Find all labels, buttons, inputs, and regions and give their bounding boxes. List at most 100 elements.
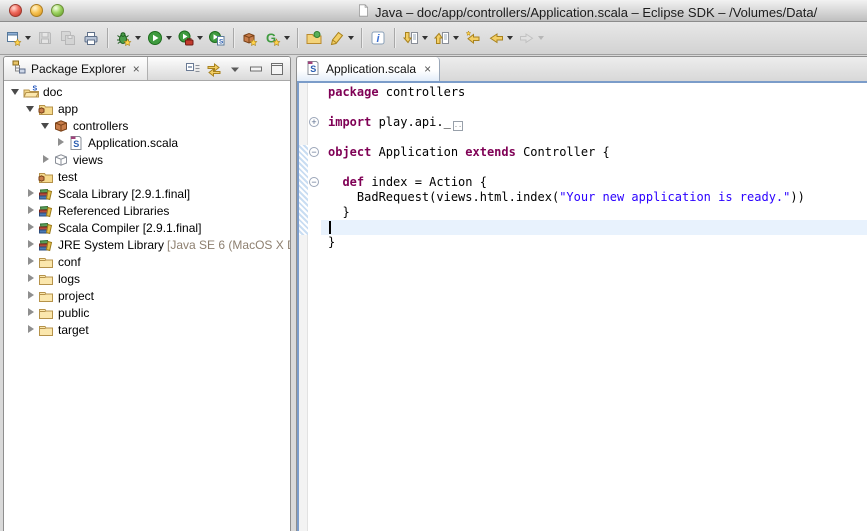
highlighter-pen-icon	[329, 30, 346, 47]
expand-arrow[interactable]	[25, 290, 36, 301]
dropdown-arrow-icon[interactable]	[507, 36, 513, 40]
svg-text:S: S	[73, 139, 79, 149]
toolbar-separator	[107, 28, 109, 48]
tree-item-jre-system-library[interactable]: JRE System Library[Java SE 6 (MacOS X De…	[4, 236, 290, 253]
tree-item-label: conf	[58, 255, 81, 269]
tree-item-label: test	[58, 170, 77, 184]
dropdown-arrow-icon[interactable]	[422, 36, 428, 40]
tab-package-explorer[interactable]: Package Explorer ×	[4, 57, 148, 80]
new-wizard-g-button[interactable]: G	[262, 26, 293, 50]
debug-button[interactable]	[113, 26, 144, 50]
tree-item-controllers[interactable]: controllers	[4, 117, 290, 134]
tree-item-target[interactable]: target	[4, 321, 290, 338]
tree-item-project[interactable]: project	[4, 287, 290, 304]
svg-text:S: S	[219, 38, 224, 45]
fold-expand-icon[interactable]: +	[309, 117, 319, 127]
expand-arrow[interactable]	[10, 86, 21, 97]
tree-item-referenced-libraries[interactable]: Referenced Libraries	[4, 202, 290, 219]
dropdown-arrow-icon[interactable]	[197, 36, 203, 40]
expand-arrow[interactable]	[55, 137, 66, 148]
expand-arrow[interactable]	[25, 256, 36, 267]
tree-item-conf[interactable]: conf	[4, 253, 290, 270]
expand-arrow[interactable]	[25, 188, 36, 199]
run-external-tools-button[interactable]	[175, 26, 206, 50]
code-text-area[interactable]: package controllersimport play.api._..ob…	[321, 83, 867, 531]
expand-arrow[interactable]	[25, 324, 36, 335]
fold-collapse-icon[interactable]: −	[309, 177, 319, 187]
folder-icon	[38, 322, 54, 338]
zoom-window-button[interactable]	[51, 4, 64, 17]
dropdown-arrow-icon[interactable]	[135, 36, 141, 40]
expand-arrow[interactable]	[25, 205, 36, 216]
info-button[interactable]: i	[367, 26, 390, 50]
view-menu-icon[interactable]	[227, 61, 243, 77]
code-line-current	[321, 220, 867, 235]
view-toolbar	[185, 61, 290, 77]
library-icon	[38, 220, 54, 236]
info-icon: i	[370, 30, 387, 47]
expand-arrow[interactable]	[40, 154, 51, 165]
last-edit-location-button[interactable]	[462, 26, 485, 50]
code-line: import play.api._..	[328, 115, 867, 130]
tree-item-public[interactable]: public	[4, 304, 290, 321]
expand-arrow[interactable]	[25, 273, 36, 284]
main-toolbar: S Gi	[0, 22, 867, 55]
annotation-ruler[interactable]	[299, 83, 308, 531]
previous-annotation-button[interactable]	[431, 26, 462, 50]
collapse-all-icon[interactable]	[185, 61, 201, 77]
tree-item-test[interactable]: test	[4, 168, 290, 185]
toolbar-separator	[394, 28, 396, 48]
package-explorer-title: Package Explorer	[31, 62, 126, 76]
new-wizard-g-icon: G	[265, 30, 282, 47]
source-editor[interactable]: + − − package controllersimport play.api._…	[297, 83, 867, 531]
dropdown-arrow-icon[interactable]	[284, 36, 290, 40]
dropdown-arrow-icon[interactable]	[348, 36, 354, 40]
link-with-editor-icon[interactable]	[206, 61, 222, 77]
next-annotation-icon	[403, 30, 420, 47]
tree-item-label: public	[58, 306, 89, 320]
run-button[interactable]	[144, 26, 175, 50]
code-line: object Application extends Controller {	[328, 145, 867, 160]
run-external-tools-icon	[178, 30, 195, 47]
expand-arrow[interactable]	[25, 307, 36, 318]
minimize-icon[interactable]	[248, 61, 264, 77]
dropdown-arrow-icon[interactable]	[166, 36, 172, 40]
run-scala-application-button[interactable]: S	[206, 26, 229, 50]
dropdown-arrow-icon[interactable]	[25, 36, 31, 40]
expand-arrow[interactable]	[25, 222, 36, 233]
tree-item-views[interactable]: views	[4, 151, 290, 168]
new-java-package-button[interactable]	[239, 26, 262, 50]
run-scala-application-icon: S	[209, 30, 226, 47]
expand-arrow[interactable]	[25, 239, 36, 250]
expand-arrow[interactable]	[40, 120, 51, 131]
package-explorer-view: Package Explorer × SdocappcontrollersSAp…	[3, 56, 291, 531]
close-window-button[interactable]	[9, 4, 22, 17]
traffic-lights	[9, 4, 64, 17]
maximize-icon[interactable]	[269, 61, 285, 77]
tree-item-scala-library-2-9-1-final[interactable]: Scala Library [2.9.1.final]	[4, 185, 290, 202]
tree-item-scala-compiler-2-9-1-final[interactable]: Scala Compiler [2.9.1.final]	[4, 219, 290, 236]
folding-margin[interactable]: + − −	[309, 83, 321, 531]
tab-application-scala[interactable]: S Application.scala ×	[297, 57, 440, 81]
close-view-icon[interactable]: ×	[133, 64, 140, 74]
dropdown-arrow-icon[interactable]	[538, 36, 544, 40]
fold-collapse-icon[interactable]: −	[309, 147, 319, 157]
tree-item-logs[interactable]: logs	[4, 270, 290, 287]
highlighter-pen-button[interactable]	[326, 26, 357, 50]
scala-project-icon: S	[23, 84, 39, 100]
tree-item-app[interactable]: app	[4, 100, 290, 117]
new-wizard-button[interactable]	[3, 26, 34, 50]
print-button[interactable]	[80, 26, 103, 50]
back-button[interactable]	[485, 26, 516, 50]
next-annotation-button[interactable]	[400, 26, 431, 50]
expand-arrow[interactable]	[25, 103, 36, 114]
open-artifact-button[interactable]	[303, 26, 326, 50]
package-explorer-icon	[11, 59, 27, 78]
close-editor-icon[interactable]: ×	[424, 64, 431, 74]
open-artifact-icon	[306, 30, 323, 47]
tree-item-doc[interactable]: Sdoc	[4, 83, 290, 100]
minimize-window-button[interactable]	[30, 4, 43, 17]
package-folder-icon	[38, 169, 54, 185]
tree-item-application-scala[interactable]: SApplication.scala	[4, 134, 290, 151]
dropdown-arrow-icon[interactable]	[453, 36, 459, 40]
